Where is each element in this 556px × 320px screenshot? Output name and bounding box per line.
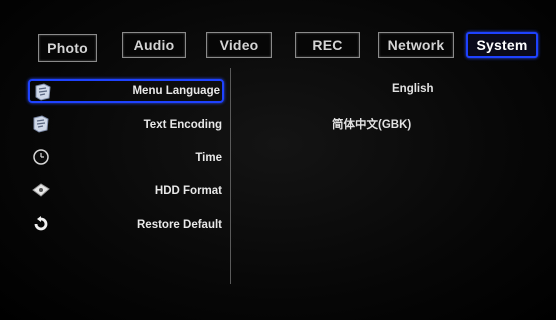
restore-icon [34, 216, 48, 231]
menu-item-menu-language[interactable]: Menu Language [28, 79, 224, 103]
tab-network[interactable]: Network [378, 32, 454, 58]
menu-item-restore-default[interactable]: Restore Default [28, 213, 224, 237]
menu-item-label: Restore Default [137, 219, 222, 231]
tab-system[interactable]: System [466, 32, 538, 58]
menu-item-label: Time [195, 152, 222, 164]
text-encoding-value: 简体中文(GBK) [332, 119, 412, 131]
tab-photo-label: Photo [47, 40, 88, 56]
text-encoding-icon [33, 115, 49, 133]
tab-network-label: Network [387, 37, 445, 53]
menu-item-label: HDD Format [154, 185, 222, 197]
tab-system-label: System [476, 37, 528, 53]
tab-video-label: Video [219, 37, 259, 53]
tab-rec[interactable]: REC [295, 32, 360, 58]
clock-icon [33, 149, 49, 165]
menu-item-hdd-format[interactable]: HDD Format [28, 179, 224, 203]
menu-item-label: Text Encoding [143, 119, 222, 131]
category-tabs: Photo Audio Video REC Network System [0, 32, 556, 62]
hdd-icon [32, 183, 50, 197]
menu-item-text-encoding[interactable]: Text Encoding [28, 113, 224, 137]
tab-photo[interactable]: Photo [38, 34, 97, 62]
menu-item-time[interactable]: Time [28, 146, 224, 170]
system-settings-screen: Photo Audio Video REC Network System Men… [0, 0, 556, 320]
tab-audio-label: Audio [133, 37, 175, 53]
tab-rec-label: REC [312, 37, 343, 53]
menu-language-value: English [392, 83, 434, 95]
menu-item-label: Menu Language [132, 85, 220, 97]
language-icon [35, 83, 51, 101]
tab-video[interactable]: Video [206, 32, 272, 58]
panel-divider [230, 68, 231, 284]
tab-audio[interactable]: Audio [122, 32, 186, 58]
